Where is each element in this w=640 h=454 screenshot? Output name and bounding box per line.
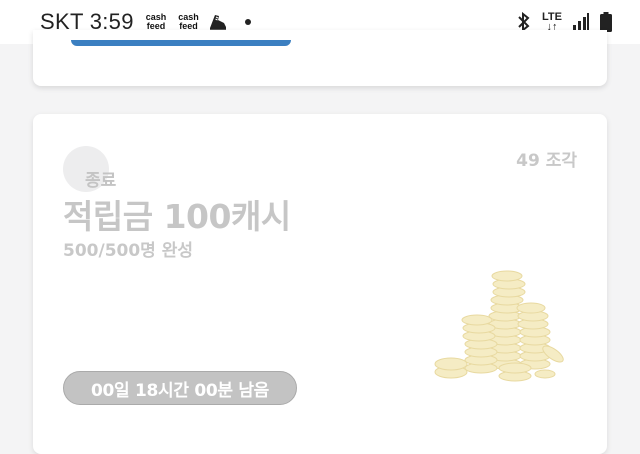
pieces-count: 49 조각 xyxy=(516,151,577,171)
bluetooth-icon xyxy=(518,12,530,32)
previous-card-button[interactable] xyxy=(71,40,291,46)
coins-stack-image xyxy=(434,270,564,382)
status-badge: 종료 xyxy=(85,171,117,191)
previous-card[interactable] xyxy=(33,30,607,86)
dot-icon xyxy=(244,19,251,25)
cashfeed-icon: cash feed xyxy=(178,12,199,31)
reward-card[interactable]: 종료 49 조각 적립금 100캐시 500/500명 완성 00일 18시간 … xyxy=(33,114,607,454)
time-remaining-badge: 00일 18시간 00분 남음 xyxy=(63,371,297,405)
participants-progress: 500/500명 완성 xyxy=(63,241,194,261)
lte-icon: LTE ↓↑ xyxy=(542,11,562,33)
cashfeed-icon: cash feed xyxy=(145,12,167,31)
battery-icon xyxy=(600,12,612,32)
reward-title: 적립금 100캐시 xyxy=(63,197,291,236)
status-bar-right: LTE ↓↑ xyxy=(516,11,612,33)
signal-icon xyxy=(573,13,589,30)
